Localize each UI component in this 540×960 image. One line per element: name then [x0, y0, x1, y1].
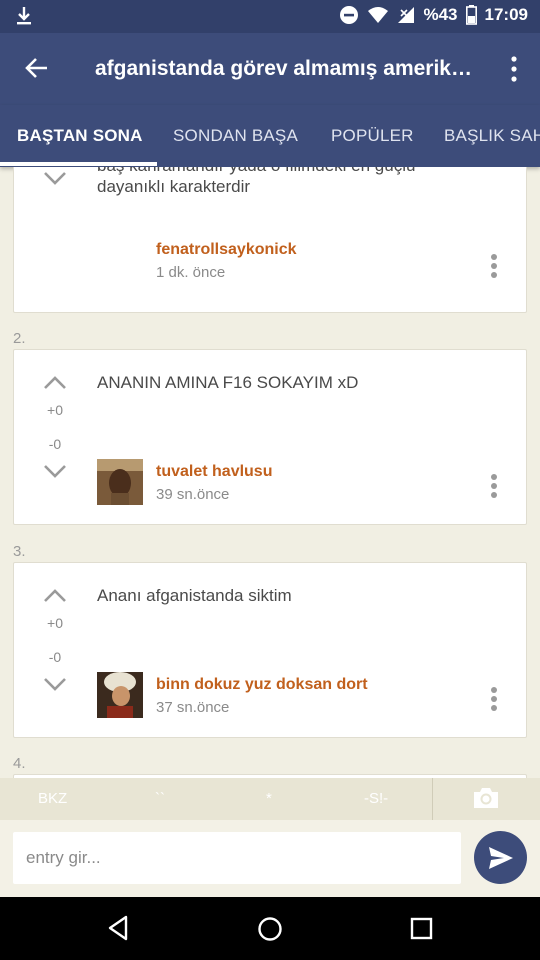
page-title: afganistanda görev almamış amerikan aske… [95, 57, 480, 80]
toolbar-divider [432, 778, 433, 820]
downvote-icon[interactable] [42, 676, 68, 692]
tab-indicator [0, 162, 157, 166]
tab-baslik-sahibi[interactable]: BAŞLIK SAHİBİ [444, 105, 540, 167]
send-icon [489, 847, 513, 869]
downvote-icon[interactable] [42, 463, 68, 479]
battery-percent: %43 [423, 5, 458, 24]
entry-author[interactable]: binn dokuz yuz doksan dort [156, 676, 368, 694]
entry-time: 39 sn.önce [156, 486, 230, 503]
entry-number: 3. [13, 543, 26, 560]
avatar[interactable] [97, 672, 143, 718]
tab-bastan-sona[interactable]: BAŞTAN SONA [17, 105, 143, 167]
wifi-icon [368, 7, 389, 23]
tab-populer[interactable]: POPÜLER [331, 105, 414, 167]
entry-card: +0 -0 ANANIN AMINA F16 SOKAYIM xD tuvale… [13, 349, 527, 525]
upvote-icon[interactable] [42, 375, 68, 391]
backtick-button[interactable]: `` [155, 790, 165, 807]
dnd-icon [340, 6, 359, 24]
nav-recent-icon[interactable] [410, 917, 434, 941]
composer: entry gir... [0, 820, 540, 897]
upvote-count: +0 [47, 615, 63, 631]
nav-back-icon[interactable] [106, 915, 130, 941]
entry-number: 2. [13, 330, 26, 347]
entry-list[interactable]: baş kahramandır yada o filimdeki en güçl… [0, 167, 540, 778]
app-bar: afganistanda görev almamış amerikan aske… [0, 33, 540, 105]
camera-icon[interactable] [472, 786, 500, 810]
upvote-icon[interactable] [42, 588, 68, 604]
entry-time: 1 dk. önce [156, 264, 226, 281]
tab-bar: BAŞTAN SONA SONDAN BAŞA POPÜLER BAŞLIK S… [0, 105, 540, 167]
downvote-count: -0 [48, 436, 62, 452]
entry-text-line: baş kahramandır yada o filimdeki en güçl… [97, 167, 497, 176]
battery-icon [465, 5, 477, 25]
arrow-left-icon[interactable] [22, 53, 52, 83]
entry-text: ANANIN AMINA F16 SOKAYIM xD [97, 373, 359, 392]
entry-input[interactable]: entry gir... [13, 832, 461, 884]
star-button[interactable]: * [266, 790, 272, 807]
entry-input-placeholder: entry gir... [26, 848, 101, 867]
nav-home-icon[interactable] [257, 916, 283, 942]
entry-card: baş kahramandır yada o filimdeki en güçl… [13, 167, 527, 313]
entry-more-icon[interactable] [490, 474, 498, 500]
avatar[interactable] [97, 459, 143, 505]
download-icon [17, 7, 31, 25]
downvote-icon[interactable] [42, 170, 68, 186]
entry-number: 4. [13, 755, 26, 772]
downvote-count: -0 [48, 649, 62, 665]
status-bar: %43 17:09 [0, 0, 540, 33]
signal-icon [398, 7, 415, 23]
clock: 17:09 [484, 5, 528, 24]
entry-author[interactable]: fenatrollsaykonick [156, 241, 297, 259]
entry-more-icon[interactable] [490, 687, 498, 713]
entry-text-line: dayanıklı karakterdir [97, 177, 251, 196]
entry-author[interactable]: tuvalet havlusu [156, 463, 272, 481]
spoiler-button[interactable]: -S!- [364, 790, 388, 807]
upvote-count: +0 [47, 402, 63, 418]
entry-text: Ananı afganistanda siktim [97, 586, 292, 605]
entry-time: 37 sn.önce [156, 699, 230, 716]
format-toolbar: BKZ `` * -S!- [0, 778, 540, 820]
system-nav-bar [0, 897, 540, 960]
bkz-button[interactable]: BKZ [38, 790, 67, 807]
entry-more-icon[interactable] [490, 254, 498, 280]
entry-text: baş kahramandır yada o filimdeki en güçl… [97, 167, 497, 197]
tab-sondan-basa[interactable]: SONDAN BAŞA [173, 105, 298, 167]
send-button[interactable] [474, 831, 527, 884]
more-vert-icon[interactable] [506, 55, 522, 83]
entry-card: +0 -0 Ananı afganistanda siktim binn dok… [13, 562, 527, 738]
